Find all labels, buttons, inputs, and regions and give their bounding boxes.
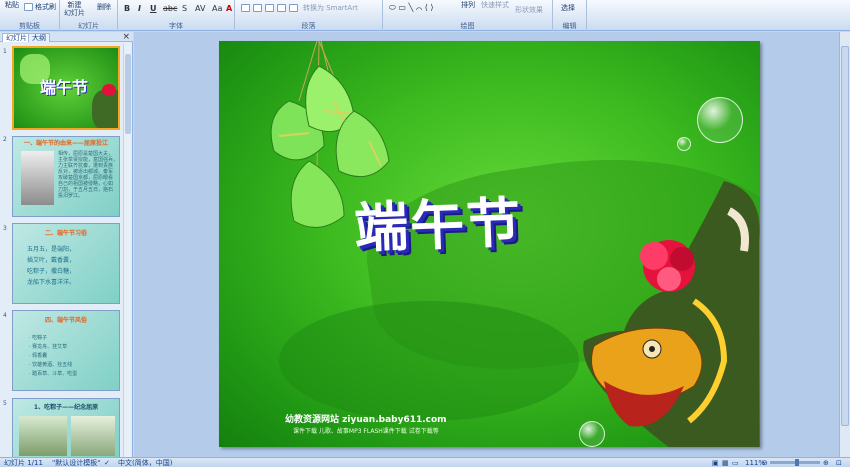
char-spacing-button[interactable]: AV bbox=[195, 4, 205, 13]
thumb-text: 投汨罗江。 bbox=[58, 193, 84, 199]
strikethrough-button[interactable]: abc bbox=[163, 4, 177, 13]
editing-group: 选择 编辑 bbox=[553, 0, 587, 31]
normal-view-button[interactable]: ▣ bbox=[712, 458, 719, 467]
theme-name: "默认设计模板" bbox=[52, 459, 101, 467]
language-indicator[interactable]: 中文(简体，中国) bbox=[118, 458, 172, 467]
thumb-number: 5 bbox=[3, 400, 7, 407]
underline-button[interactable]: U bbox=[150, 4, 157, 13]
delete-slide-button[interactable]: 删除 bbox=[97, 3, 111, 11]
fit-window-button[interactable]: ⊡ bbox=[836, 458, 842, 467]
pane-tabs: 幻灯片 大纲 × bbox=[0, 32, 133, 42]
select-button[interactable]: 选择 bbox=[561, 4, 575, 12]
shape-effects-button[interactable]: 形状效果 bbox=[515, 6, 543, 14]
website-credit: 幼教资源网站 ziyuan.baby611.com bbox=[285, 415, 447, 425]
slide-thumb-5[interactable]: 1、吃粽子——纪念屈原 bbox=[12, 398, 120, 458]
tab-outline[interactable]: 大纲 bbox=[28, 33, 50, 42]
slide-sorter-button[interactable]: ▦ bbox=[722, 458, 729, 467]
zoom-out-button[interactable]: ⊖ bbox=[762, 458, 768, 467]
bubble-decoration bbox=[677, 137, 691, 151]
thumb-number: 4 bbox=[3, 312, 7, 319]
slide-title[interactable]: 端午节 bbox=[353, 178, 524, 263]
align-left-icon[interactable] bbox=[241, 4, 250, 12]
thumb-number: 3 bbox=[3, 225, 7, 232]
thumb-title: 端午节 bbox=[40, 78, 89, 97]
bold-button[interactable]: B bbox=[124, 4, 130, 13]
spellcheck-icon[interactable]: ✓ bbox=[104, 458, 110, 467]
brush-stroke-background bbox=[279, 301, 579, 421]
website-subtitle: 课件下载 儿歌、故事MP3 FLASH课件下载 试卷下载等 bbox=[293, 428, 439, 435]
font-group: B I U abc S AV Aa A 字体 bbox=[118, 0, 235, 31]
thumb-text: 五月五，是端阳， bbox=[27, 246, 76, 253]
thumb-text: · 赛龙舟、挂艾草 bbox=[29, 344, 68, 350]
slides-label: 幻灯片 bbox=[78, 22, 99, 30]
slide-thumb-3[interactable]: 二、端午节习俗 五月五，是端阳， 插艾叶，戴香囊， 吃粽子，撒白糖， 龙船下水喜… bbox=[12, 223, 120, 304]
editing-label: 编辑 bbox=[562, 22, 577, 30]
thumb-text: · 饮雄黄酒、拴五线 bbox=[29, 362, 73, 368]
close-icon[interactable]: × bbox=[122, 32, 130, 42]
thumb-text: · 佩香囊 bbox=[29, 353, 48, 359]
thumb-title: 二、端午节习俗 bbox=[44, 230, 87, 237]
thumb-number: 2 bbox=[3, 136, 7, 143]
new-slide-button[interactable]: 新建 幻灯片 bbox=[64, 1, 85, 17]
red-flower-ornament bbox=[640, 240, 695, 292]
thumb-text: 龙船下水喜洋洋。 bbox=[27, 279, 76, 286]
zoom-slider-handle[interactable] bbox=[795, 459, 799, 466]
thumb-title: 四、端午节风俗 bbox=[44, 317, 87, 324]
font-color-button[interactable]: A bbox=[226, 4, 232, 13]
scrollbar-thumb[interactable] bbox=[841, 46, 849, 426]
flower-thumb-image bbox=[102, 84, 116, 96]
justify-icon[interactable] bbox=[277, 4, 286, 12]
drawing-group: ⬭ ▭ ╲ ⌒ ⟨ ⟩ 排列 快速样式 形状效果 绘图 bbox=[383, 0, 553, 31]
status-bar: 幻灯片 1/11 "默认设计模板" ✓ 中文(简体，中国) ▣ ▦ ▭ 111%… bbox=[0, 457, 850, 467]
thumbnail-scrollbar[interactable] bbox=[123, 44, 131, 457]
clipboard-label: 剪贴板 bbox=[19, 22, 40, 30]
thumb-title: 1、吃粽子——纪念屈原 bbox=[33, 404, 99, 411]
clipboard-group: 粘贴 格式刷 剪贴板 bbox=[0, 0, 60, 31]
drawing-label: 绘图 bbox=[460, 22, 475, 30]
format-painter-button[interactable]: 格式刷 bbox=[35, 3, 56, 11]
columns-icon[interactable] bbox=[289, 4, 298, 12]
quick-styles-button[interactable]: 快速样式 bbox=[481, 1, 509, 9]
thumb-text: 吃粽子，撒白糖， bbox=[27, 268, 76, 275]
zongzi-photo bbox=[71, 416, 115, 456]
bubble-decoration bbox=[697, 97, 743, 143]
dragon-head bbox=[583, 181, 760, 447]
slide-position: 幻灯片 1/11 bbox=[4, 459, 43, 467]
align-center-icon[interactable] bbox=[253, 4, 262, 12]
thumb-text: · 踏百草、斗草、吃蛋 bbox=[29, 371, 78, 377]
thumb-number: 1 bbox=[3, 48, 7, 55]
convert-smartart-button[interactable]: 转换为 SmartArt bbox=[303, 4, 358, 12]
tab-slides[interactable]: 幻灯片 bbox=[2, 33, 31, 42]
thumb-text: 插艾叶，戴香囊， bbox=[27, 257, 76, 264]
italic-button[interactable]: I bbox=[138, 4, 141, 13]
arrange-button[interactable]: 排列 bbox=[461, 1, 475, 9]
shapes-gallery[interactable]: ⬭ ▭ ╲ ⌒ ⟨ ⟩ bbox=[389, 3, 434, 12]
current-slide[interactable]: 端午节 幼教资源网站 ziyuan.baby611.com 课件下载 儿歌、故事… bbox=[219, 41, 760, 447]
thumb-text: · 吃粽子 bbox=[29, 335, 48, 341]
align-right-icon[interactable] bbox=[265, 4, 274, 12]
change-case-button[interactable]: Aa bbox=[212, 4, 222, 13]
zongzi-photo bbox=[19, 416, 67, 456]
paragraph-group: 转换为 SmartArt 段落 bbox=[235, 0, 383, 31]
powerpoint-window: 粘贴 格式刷 剪贴板 新建 幻灯片 删除 幻灯片 B I U abc S AV … bbox=[0, 0, 850, 467]
dragon-head-illustration bbox=[583, 181, 760, 447]
paste-button[interactable]: 粘贴 bbox=[5, 1, 19, 9]
font-label: 字体 bbox=[169, 22, 183, 30]
thumb-title: 一、端午节的由来——屈原投江 bbox=[23, 140, 108, 147]
ribbon: 粘贴 格式刷 剪贴板 新建 幻灯片 删除 幻灯片 B I U abc S AV … bbox=[0, 0, 850, 31]
shadow-button[interactable]: S bbox=[182, 4, 187, 13]
zoom-in-button[interactable]: ⊕ bbox=[823, 458, 829, 467]
dragon-thumb-image bbox=[92, 90, 118, 128]
scrollbar-thumb[interactable] bbox=[125, 54, 131, 134]
format-painter-icon bbox=[24, 3, 33, 11]
slide-thumb-1[interactable]: 端午节 bbox=[12, 46, 120, 130]
slides-group: 新建 幻灯片 删除 幻灯片 bbox=[60, 0, 118, 31]
paragraph-label: 段落 bbox=[301, 22, 316, 30]
slideshow-button[interactable]: ▭ bbox=[732, 458, 739, 467]
slide-thumb-4[interactable]: 四、端午节风俗 · 吃粽子 · 赛龙舟、挂艾草 · 佩香囊 · 饮雄黄酒、拴五线… bbox=[12, 310, 120, 391]
slide-thumb-2[interactable]: 一、端午节的由来——屈原投江 相传，屈原是楚国大夫， 主张举贤授能，富国强兵， … bbox=[12, 136, 120, 217]
vertical-scrollbar[interactable] bbox=[839, 32, 850, 457]
slides-pane: 幻灯片 大纲 × 1 端午节 2 一、端午节的由来——屈原投江 相传，屈原是楚国… bbox=[0, 32, 133, 458]
qu-yuan-painting bbox=[21, 151, 54, 205]
